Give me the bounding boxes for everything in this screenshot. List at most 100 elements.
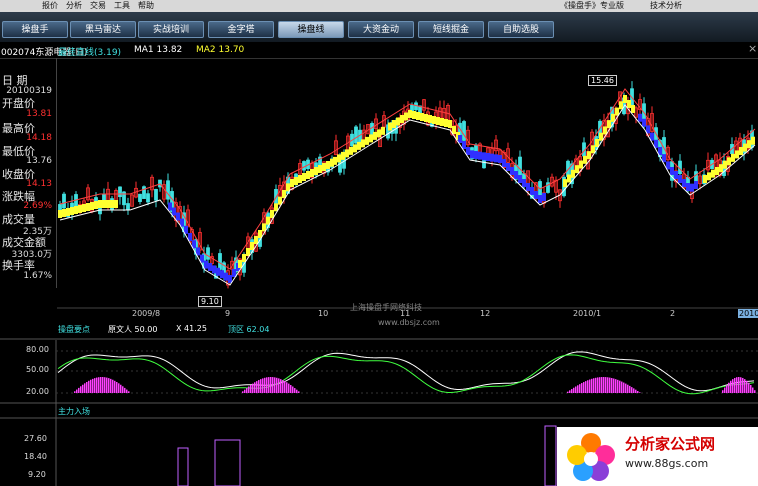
trend-band-block — [595, 139, 599, 147]
candle-body — [126, 203, 130, 210]
trend-band-block — [444, 119, 448, 127]
indicator1-magenta-bar — [623, 382, 625, 393]
indicator1-magenta-bar — [587, 380, 589, 393]
trend-band-block — [369, 134, 373, 143]
trend-band-block — [326, 161, 330, 169]
trend-band-block — [176, 212, 180, 221]
trend-band-block — [381, 126, 385, 135]
indicator1-magenta-bar — [746, 380, 748, 393]
candle-body — [354, 126, 358, 144]
trend-band-block — [579, 160, 583, 169]
low-marker: 9.10 — [198, 296, 222, 307]
indicator1-magenta-bar — [254, 382, 256, 393]
indicator1-magenta-bar — [573, 387, 575, 393]
indicator1-magenta-bar — [593, 378, 595, 393]
trend-band-block — [58, 210, 62, 218]
trend-band-block — [396, 117, 400, 126]
candle-body — [414, 102, 418, 111]
candlestick-series — [58, 81, 754, 289]
indicator2-y-low: 9.20 — [28, 470, 46, 479]
trend-band-block — [86, 203, 90, 211]
trend-band-block — [246, 248, 250, 256]
indicator1-magenta-bar — [260, 379, 262, 393]
indicator1-magenta-bar — [292, 386, 294, 393]
trend-band-block — [318, 165, 322, 173]
trend-band-block — [627, 100, 631, 108]
indicator1-magenta-bar — [276, 377, 278, 393]
indicator1-magenta-bar — [108, 378, 110, 393]
watermark-url: www.dbsjz.com — [378, 318, 440, 327]
indicator1-magenta-bar — [748, 382, 750, 393]
trend-band-block — [478, 151, 482, 160]
trend-band-block — [404, 112, 408, 121]
indicator1-magenta-bar — [288, 383, 290, 393]
trend-band-block — [599, 132, 603, 141]
trend-band-block — [361, 139, 365, 148]
trend-band-block — [743, 143, 747, 152]
indicator1-magenta-bar — [577, 385, 579, 393]
indicator1-magenta-bar — [579, 384, 581, 393]
trend-band-block — [408, 110, 412, 118]
indicator2-y-high: 27.60 — [24, 434, 47, 443]
indicator1-magenta-bar — [633, 388, 635, 393]
trend-band-block — [727, 157, 731, 166]
indicator1-magenta-bar — [619, 380, 621, 393]
trend-band-block — [747, 140, 751, 149]
trend-band-block — [583, 155, 587, 164]
indicator1-magenta-bar — [98, 377, 100, 393]
indicator1-magenta-bar — [286, 382, 288, 393]
trend-band-block — [208, 263, 212, 271]
indicator1-y-20: 20.00 — [26, 387, 49, 396]
indicator1-magenta-bar — [603, 377, 605, 393]
x-label-feb: 2 — [670, 309, 676, 318]
trend-band-block — [357, 141, 361, 150]
trend-band-block — [290, 179, 294, 187]
trend-band-block — [486, 153, 490, 161]
indicator1-magenta-bar — [86, 381, 88, 393]
flower-logo-icon — [567, 433, 615, 481]
indicator1-magenta-bar — [84, 383, 86, 393]
indicator1-magenta-bar — [270, 377, 272, 393]
trend-band-block — [306, 171, 310, 179]
trend-band-block — [510, 167, 514, 175]
x-label-current: 2010 — [738, 309, 758, 318]
trend-band-block — [424, 114, 428, 122]
indicator1-magenta-bar — [294, 388, 296, 393]
trend-band-block — [723, 160, 727, 169]
indicator1-magenta-bar — [724, 387, 726, 393]
brand-logo: 分析家公式网 www.88gs.com — [557, 427, 758, 486]
indicator1-magenta-bar — [298, 391, 300, 393]
trend-band-block — [74, 206, 78, 214]
indicator1-magenta-bar — [82, 384, 84, 393]
indicator1-magenta-bar — [750, 385, 752, 393]
indicator1-magenta-bar — [78, 387, 80, 393]
trend-band-block — [377, 129, 381, 138]
candle-body — [206, 247, 210, 260]
trend-band-block — [466, 147, 470, 155]
indicator1-magenta-bar — [296, 389, 298, 393]
trend-band-block — [538, 195, 542, 203]
indicator1-magenta-bar — [274, 377, 276, 393]
indicator1-magenta-bar — [599, 377, 601, 393]
trend-band-block — [715, 167, 719, 175]
indicator1-magenta-bar — [583, 382, 585, 393]
candle-body — [218, 253, 222, 270]
trend-band-block — [416, 112, 420, 120]
trend-band-block — [686, 183, 690, 191]
trend-band-block — [530, 187, 534, 195]
trend-band-block — [591, 145, 595, 154]
indicator1-magenta-bar — [627, 384, 629, 393]
trend-band-block — [310, 169, 314, 177]
candle-body — [62, 193, 66, 209]
indicator1-magenta-bar — [112, 379, 114, 393]
indicator1-magenta-bar — [282, 380, 284, 393]
indicator1-magenta-bar — [76, 389, 78, 393]
indicator1-magenta-bar — [80, 386, 82, 393]
chart-canvas[interactable] — [0, 0, 758, 486]
trend-band-block — [436, 117, 440, 125]
indicator1-magenta-bar — [120, 384, 122, 393]
trend-band-block — [102, 200, 106, 208]
brand-url: www.88gs.com — [625, 457, 709, 470]
trend-band-block — [719, 164, 723, 173]
high-marker: 15.46 — [588, 75, 617, 86]
